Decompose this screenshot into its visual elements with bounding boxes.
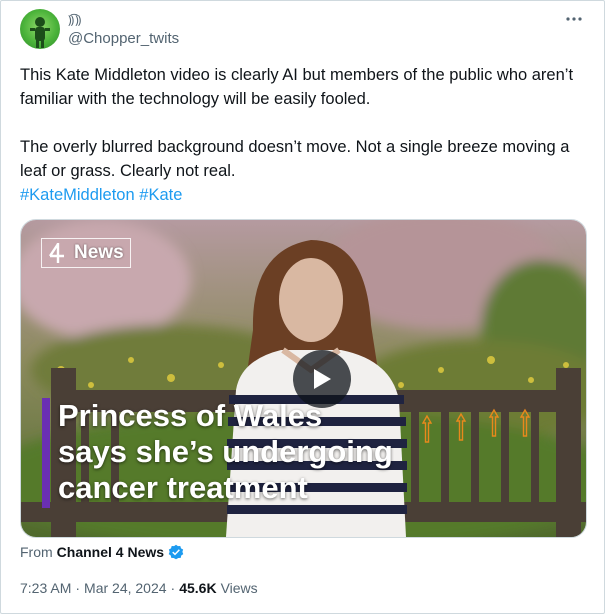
- source-from-label: From: [20, 544, 53, 560]
- author-handle[interactable]: @Chopper_twits: [68, 30, 179, 47]
- arrow-annotation-icon: [421, 414, 433, 443]
- tweet-paragraph: The overly blurred background doesn’t mo…: [20, 138, 570, 180]
- post-time[interactable]: 7:23 AM: [20, 580, 71, 596]
- verified-badge-icon: [168, 544, 184, 560]
- headline-line: says she’s undergoing: [58, 434, 393, 469]
- post-meta: 7:23 AM · Mar 24, 2024 · 45.6K Views: [20, 578, 258, 598]
- headline-line: cancer treatment: [58, 470, 308, 505]
- play-icon: [314, 369, 331, 389]
- hashtag-line: #KateMiddleton #Kate: [20, 183, 590, 207]
- source-org-link[interactable]: Channel 4 News: [57, 544, 164, 560]
- tweet-card: ⸩͡⸩ @Chopper_twits This Kate Middleton v…: [0, 0, 605, 614]
- views-count: 45.6K: [179, 580, 217, 596]
- channel4-logo-icon: [46, 242, 68, 264]
- media-source: From Channel 4 News: [20, 542, 184, 562]
- avatar-figure-icon: [30, 17, 50, 48]
- channel4-news-logo: News: [41, 238, 131, 268]
- avatar[interactable]: [20, 9, 60, 49]
- more-button[interactable]: [562, 7, 586, 31]
- headline-line: Princess of Wales: [58, 398, 323, 433]
- meta-separator: ·: [75, 580, 81, 596]
- arrow-annotation-icon: [519, 408, 531, 437]
- arrow-annotation-icon: [455, 412, 467, 441]
- author-name-row[interactable]: ⸩͡⸩: [68, 10, 82, 28]
- post-date[interactable]: Mar 24, 2024: [84, 580, 167, 596]
- author-display-name[interactable]: ⸩͡⸩: [68, 11, 82, 28]
- meta-separator: ·: [170, 580, 176, 596]
- hashtag-link[interactable]: #Kate: [139, 186, 182, 204]
- headline-accent-bar: [42, 398, 50, 508]
- more-dots-icon: [566, 17, 582, 21]
- tweet-text: This Kate Middleton video is clearly AI …: [20, 63, 590, 207]
- tweet-paragraph: This Kate Middleton video is clearly AI …: [20, 66, 574, 108]
- logo-text: News: [74, 242, 124, 263]
- hashtag-link[interactable]: #KateMiddleton: [20, 186, 135, 204]
- video-media[interactable]: News Princess of Wales says she’s underg…: [20, 219, 587, 538]
- arrow-annotation-icon: [488, 408, 500, 437]
- views-label: Views: [220, 580, 258, 596]
- video-headline: Princess of Wales says she’s undergoing …: [58, 398, 478, 506]
